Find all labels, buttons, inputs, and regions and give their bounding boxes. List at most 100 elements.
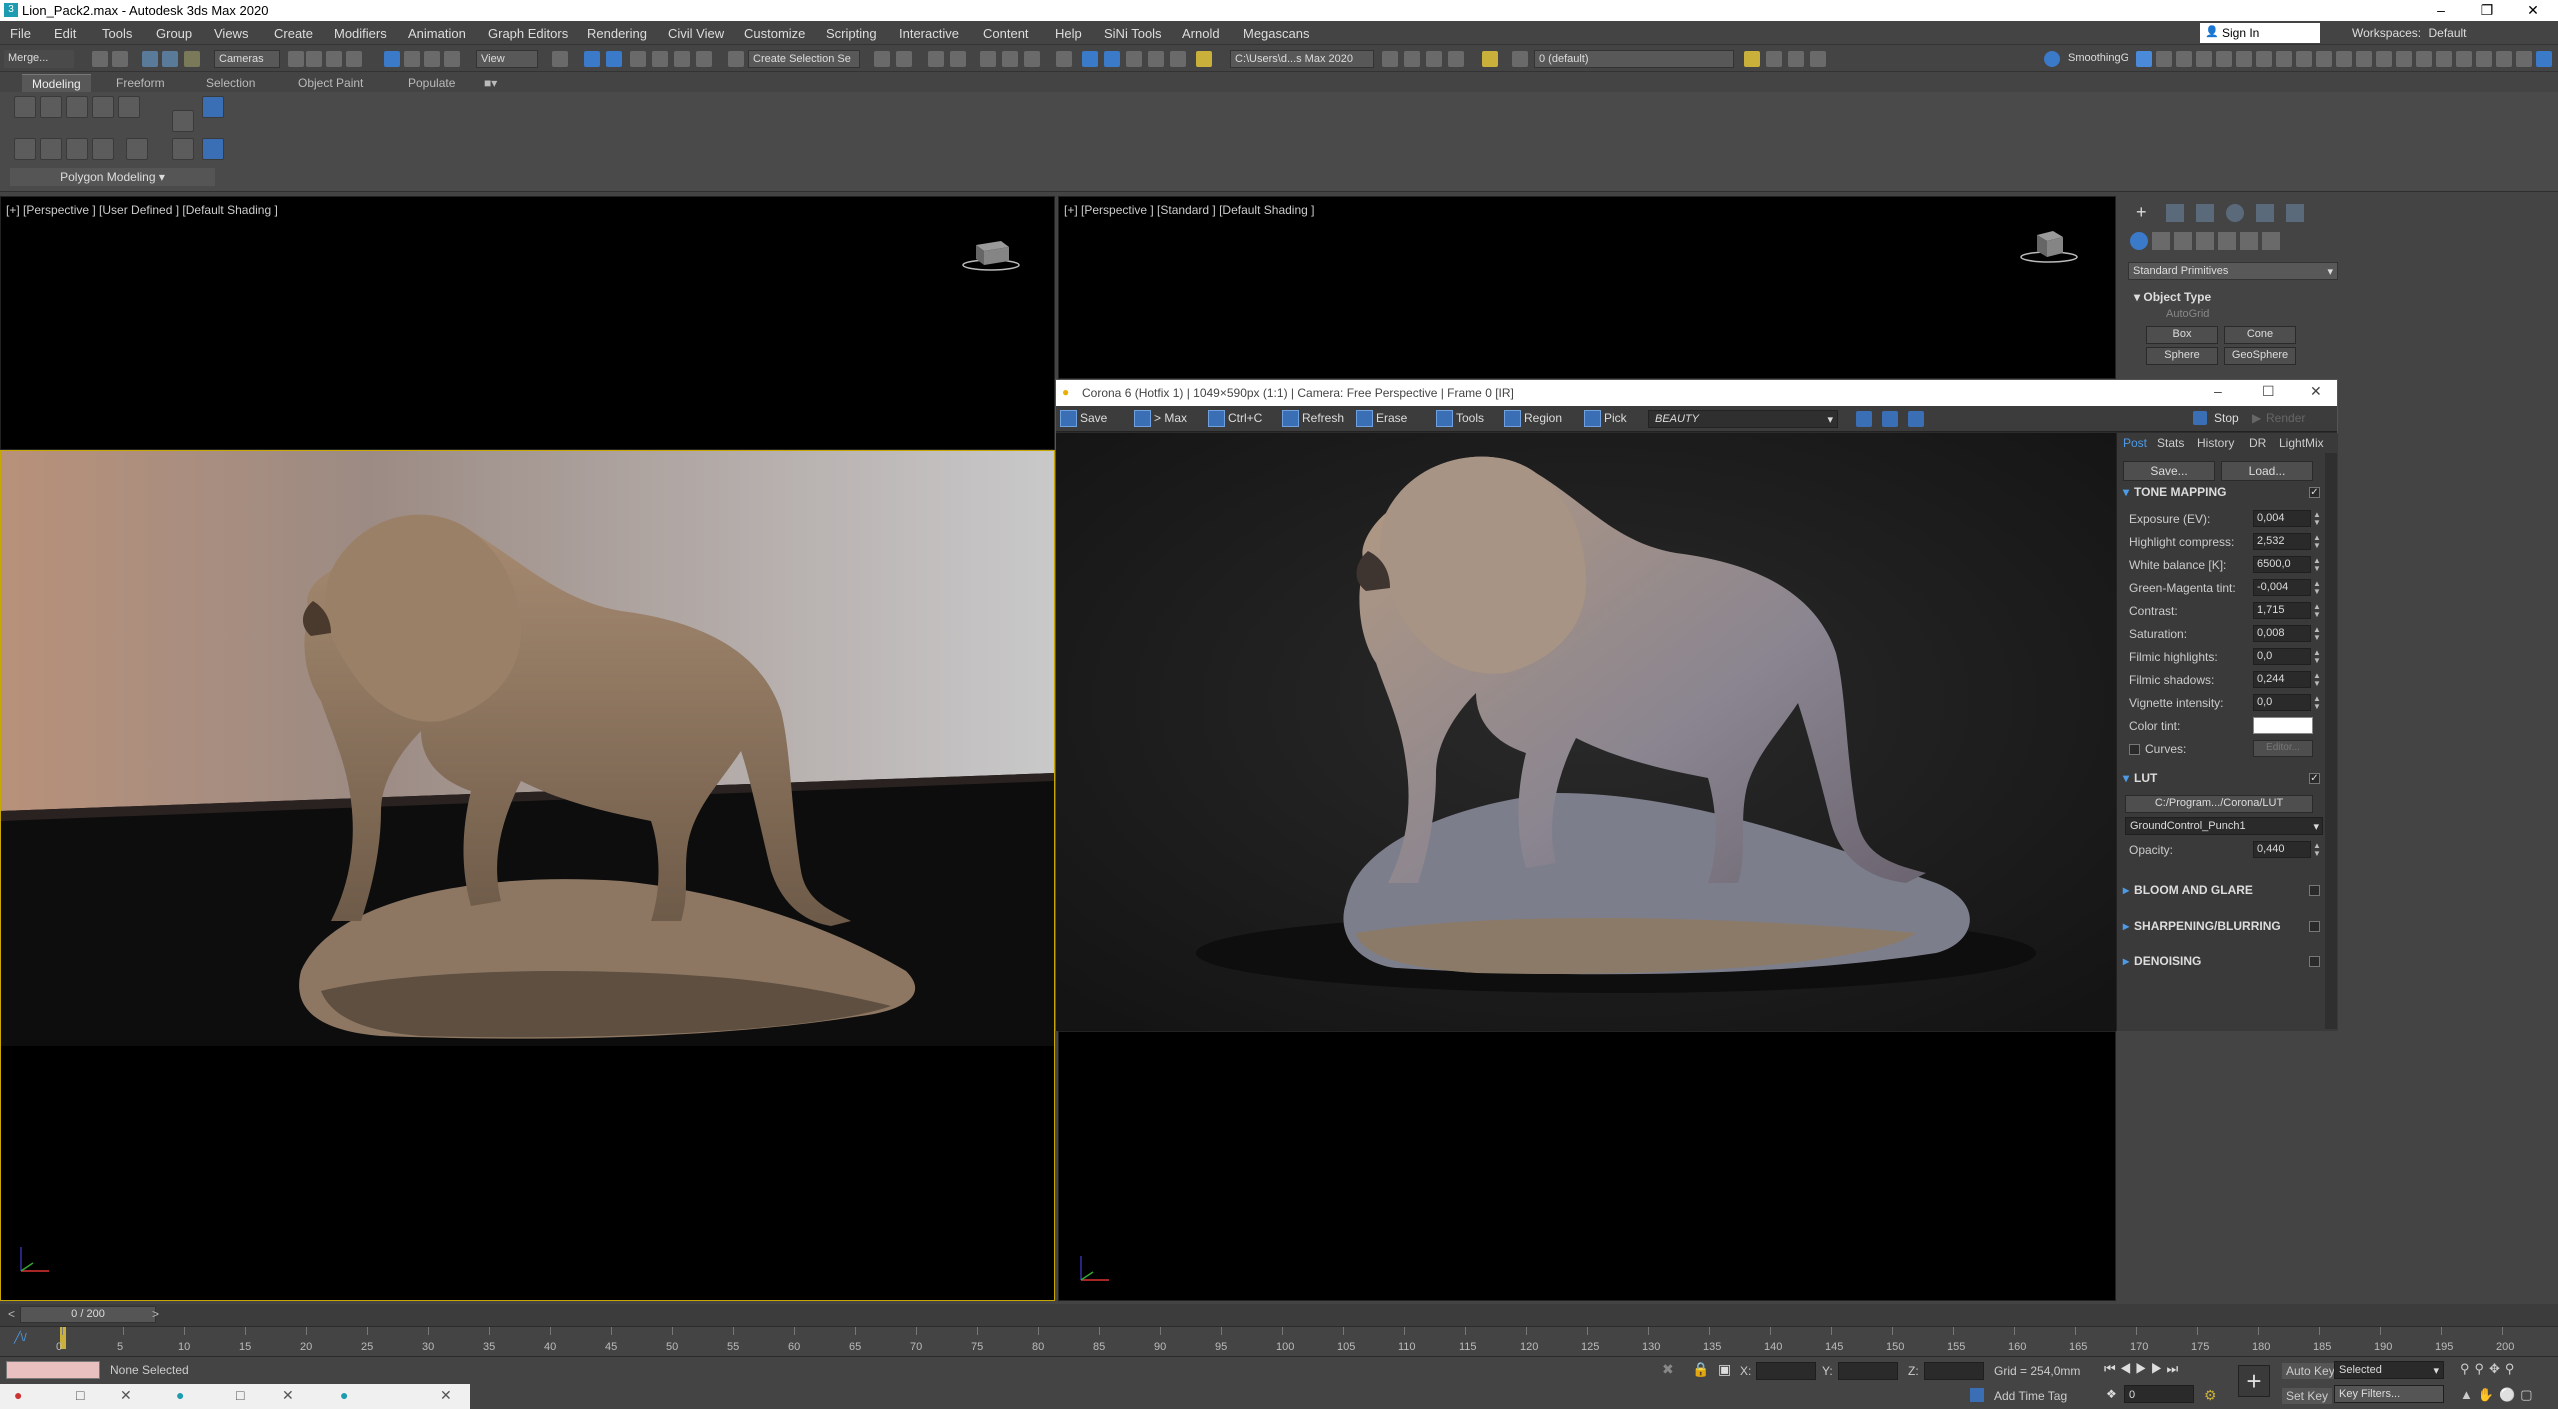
vignette-intensity-field[interactable]: 0,0 bbox=[2253, 694, 2311, 711]
y-coordinate-field[interactable] bbox=[1838, 1362, 1898, 1380]
menu-interactive[interactable]: Interactive bbox=[899, 26, 959, 41]
render-production-icon[interactable] bbox=[1126, 51, 1142, 67]
maxscript-listener-field[interactable] bbox=[6, 1361, 100, 1379]
tab-selection[interactable]: Selection bbox=[196, 74, 265, 92]
menu-tools[interactable]: Tools bbox=[102, 26, 132, 41]
workspaces-selector[interactable]: Workspaces: Default bbox=[2352, 26, 2467, 40]
filmic-highlights-field[interactable]: 0,0 bbox=[2253, 648, 2311, 665]
restore-task-icon[interactable]: □ bbox=[76, 1387, 84, 1403]
corona-proxy-icon[interactable] bbox=[2216, 51, 2232, 67]
project-path-dropdown[interactable]: C:\Users\d...s Max 2020 bbox=[1230, 50, 1374, 68]
vfb-copy-button[interactable]: Ctrl+C bbox=[1208, 410, 1262, 427]
key-filters-button[interactable]: Key Filters... bbox=[2334, 1385, 2444, 1403]
unlink-icon[interactable] bbox=[162, 51, 178, 67]
autogrid-checkbox[interactable]: AutoGrid bbox=[2166, 308, 2209, 320]
scene-explorer-icon[interactable] bbox=[928, 51, 944, 67]
edge-mode-icon[interactable] bbox=[40, 96, 62, 118]
time-slider-prev-button[interactable]: < bbox=[8, 1307, 15, 1321]
select-rotate-icon[interactable] bbox=[404, 51, 420, 67]
light-icon[interactable] bbox=[2136, 51, 2152, 67]
tab-modeling[interactable]: Modeling bbox=[22, 74, 91, 92]
curves-checkbox[interactable] bbox=[2129, 744, 2140, 755]
restore-button[interactable]: ❐ bbox=[2464, 0, 2510, 21]
menu-civil-view[interactable]: Civil View bbox=[668, 26, 724, 41]
menu-edit[interactable]: Edit bbox=[54, 26, 76, 41]
edit-named-selection-icon[interactable] bbox=[728, 51, 744, 67]
select-by-name-icon[interactable] bbox=[306, 51, 322, 67]
white-balance-spinner[interactable]: ▲ ▼ bbox=[2313, 557, 2321, 573]
render-channel-dropdown[interactable]: BEAUTY ▾ bbox=[1648, 410, 1838, 428]
use-nurms-icon[interactable] bbox=[172, 110, 194, 132]
create-layer-icon[interactable] bbox=[1766, 51, 1782, 67]
bloom-glare-checkbox[interactable] bbox=[2309, 885, 2320, 896]
repeat-last-icon[interactable] bbox=[202, 96, 224, 118]
vfb-minimize-button[interactable]: – bbox=[2214, 383, 2222, 399]
viewport-top-right[interactable]: [+] [Perspective ] [Standard ] [Default … bbox=[1058, 196, 2116, 379]
viewcube-icon[interactable] bbox=[961, 235, 1021, 275]
space-warps-icon[interactable] bbox=[2240, 232, 2258, 250]
vfb-tools-button[interactable]: Tools bbox=[1436, 410, 1484, 427]
smoothing-groups-label[interactable]: SmoothingGro bbox=[2064, 50, 2128, 68]
layer-properties-icon[interactable] bbox=[1512, 51, 1528, 67]
denoising-section[interactable]: DENOISING bbox=[2123, 954, 2201, 968]
sharpening-blurring-checkbox[interactable] bbox=[2309, 921, 2320, 932]
menu-help[interactable]: Help bbox=[1055, 26, 1082, 41]
corona-about-icon[interactable] bbox=[2476, 51, 2492, 67]
contrast-field[interactable]: 1,715 bbox=[2253, 602, 2311, 619]
pivot-center-icon[interactable] bbox=[552, 51, 568, 67]
geometry-icon[interactable] bbox=[2130, 232, 2148, 250]
corona-sun-icon[interactable] bbox=[2276, 51, 2292, 67]
ribbon-toggle-icon[interactable] bbox=[980, 51, 996, 67]
cone-button[interactable]: Cone bbox=[2224, 326, 2296, 344]
hide-layer-icon[interactable] bbox=[1810, 51, 1826, 67]
corona-cam-icon[interactable] bbox=[2516, 51, 2532, 67]
bloom-glare-section[interactable]: BLOOM AND GLARE bbox=[2123, 883, 2253, 897]
close-task-icon-2[interactable]: ✕ bbox=[282, 1387, 294, 1404]
key-mode-dropdown[interactable]: Selected ▾ bbox=[2334, 1361, 2444, 1379]
corona-vfb-icon[interactable] bbox=[2396, 51, 2412, 67]
color-tint-swatch[interactable] bbox=[2253, 717, 2313, 734]
rectangular-selection-icon[interactable] bbox=[326, 51, 342, 67]
isolate-selection-icon[interactable]: ✖ bbox=[1662, 1361, 1674, 1378]
menu-arnold[interactable]: Arnold bbox=[1182, 26, 1220, 41]
box-button[interactable]: Box bbox=[2146, 326, 2218, 344]
add-time-tag-button[interactable]: Add Time Tag bbox=[1994, 1389, 2067, 1403]
reference-coordinate-dropdown[interactable]: View bbox=[476, 50, 538, 68]
project-folder-icon[interactable] bbox=[1382, 51, 1398, 67]
object-type-rollout[interactable]: ▾ Object Type bbox=[2134, 290, 2211, 304]
hierarchy-tab-icon[interactable] bbox=[2196, 204, 2214, 222]
z-coordinate-field[interactable] bbox=[1924, 1362, 1984, 1380]
select-manipulate-icon[interactable] bbox=[584, 51, 600, 67]
vfb-region-button[interactable]: Region bbox=[1504, 410, 1562, 427]
lut-checkbox[interactable]: ✓ bbox=[2309, 773, 2320, 784]
link-icon[interactable] bbox=[142, 51, 158, 67]
corona-sky-icon[interactable] bbox=[2296, 51, 2312, 67]
vfb-to-max-button[interactable]: > Max bbox=[1134, 410, 1187, 427]
selection-filter-dropdown[interactable]: Cameras bbox=[214, 50, 280, 68]
shapes-icon[interactable] bbox=[2152, 232, 2170, 250]
viewport-orbit-icons[interactable]: ▲✋⚪▢ bbox=[2460, 1387, 2538, 1403]
schematic-view-icon[interactable] bbox=[1024, 51, 1040, 67]
tab-object-paint[interactable]: Object Paint bbox=[288, 74, 373, 92]
systems-icon[interactable] bbox=[2262, 232, 2280, 250]
angle-snap-icon[interactable] bbox=[652, 51, 668, 67]
app-task-icon[interactable]: ● bbox=[14, 1387, 22, 1403]
corona-scene-icon[interactable] bbox=[2416, 51, 2432, 67]
menu-graph-editors[interactable]: Graph Editors bbox=[488, 26, 568, 41]
lut-opacity-spinner[interactable]: ▲ ▼ bbox=[2313, 842, 2321, 858]
green-magenta-tint-field[interactable]: -0,004 bbox=[2253, 579, 2311, 596]
tab-lightmix[interactable]: LightMix bbox=[2279, 436, 2324, 450]
lights-icon[interactable] bbox=[2174, 232, 2192, 250]
modify-tab-icon[interactable] bbox=[2166, 204, 2184, 222]
geosphere-button[interactable]: GeoSphere bbox=[2224, 347, 2296, 365]
menu-file[interactable]: File bbox=[10, 26, 31, 41]
viewport-top-left[interactable]: [+] [Perspective ] [User Defined ] [Defa… bbox=[0, 196, 1055, 450]
redo-icon[interactable] bbox=[112, 51, 128, 67]
warning-icon[interactable] bbox=[1196, 51, 1212, 67]
saturation-field[interactable]: 0,008 bbox=[2253, 625, 2311, 642]
tab-stats[interactable]: Stats bbox=[2157, 436, 2184, 450]
motion-tab-icon[interactable] bbox=[2226, 204, 2244, 222]
corona-help-icon[interactable] bbox=[2456, 51, 2472, 67]
x-coordinate-field[interactable] bbox=[1756, 1362, 1816, 1380]
smoothing-groups-icon[interactable] bbox=[2044, 51, 2060, 67]
